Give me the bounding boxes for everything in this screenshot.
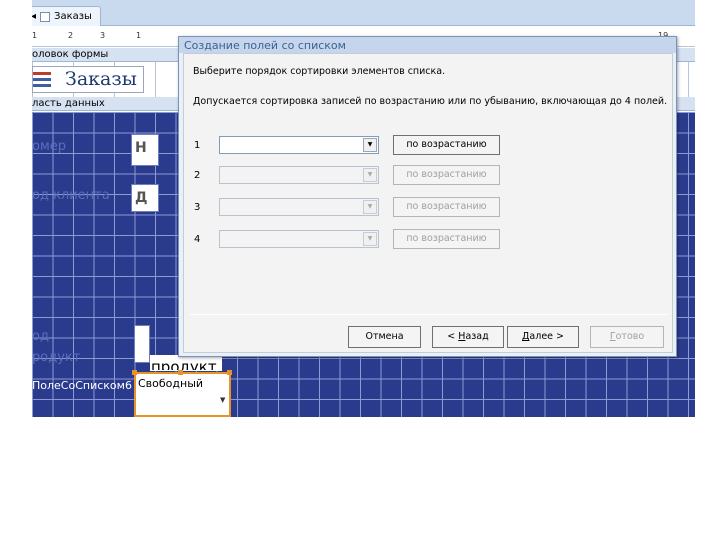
product-code-label-line2[interactable]: родукт [32, 350, 80, 365]
combo-dropdown-arrow-icon[interactable]: ▼ [363, 232, 377, 246]
client-code-label[interactable]: од клиента [32, 188, 110, 203]
form-header-section-label: оловок формы [32, 49, 109, 60]
ruler-mark: 1 [136, 31, 142, 40]
client-code-textbox[interactable]: Д [131, 184, 159, 212]
sort-row-number-1: 1 [194, 140, 201, 151]
form-document-icon [40, 11, 51, 22]
product-code-textbox[interactable] [134, 325, 150, 363]
dialog-separator [190, 314, 668, 315]
combo-name-label[interactable]: ПолеСоСписком6 [32, 379, 132, 392]
combo-box-control[interactable]: Свободный ▼ [134, 372, 231, 417]
document-tab-strip: ◂ Заказы [32, 0, 695, 26]
document-tab-label: Заказы [54, 11, 92, 22]
selection-handle[interactable] [227, 370, 232, 375]
sort-row-number-4: 4 [194, 234, 201, 245]
combo-dropdown-arrow-icon[interactable]: ▼ [363, 200, 377, 214]
number-label[interactable]: омер [32, 139, 66, 154]
product-code-label-line1[interactable]: од [32, 329, 49, 344]
dialog-body: Выберите порядок сортировки элементов сп… [183, 53, 673, 353]
sort-field-combo-3[interactable]: ▼ [219, 198, 379, 216]
form-tab-icon: ◂ [32, 11, 37, 22]
sort-field-combo-4[interactable]: ▼ [219, 230, 379, 248]
combo-dropdown-arrow-icon: ▼ [220, 396, 226, 404]
back-button[interactable]: < Назад [432, 326, 504, 348]
combo-dropdown-arrow-icon[interactable]: ▼ [363, 168, 377, 182]
number-textbox[interactable]: Н [131, 134, 159, 166]
sort-order-button-2[interactable]: по возрастанию [393, 165, 500, 185]
ruler-mark: 1 [32, 31, 38, 40]
dialog-note: Допускается сортировка записей по возрас… [193, 96, 668, 107]
sort-field-combo-2[interactable]: ▼ [219, 166, 379, 184]
sort-row-number-3: 3 [194, 202, 201, 213]
form-title-text: Заказы [65, 68, 137, 90]
sort-row-number-2: 2 [194, 170, 201, 181]
back-button-rest: азад [465, 331, 489, 342]
finish-button[interactable]: Готово [590, 326, 664, 348]
combo-wizard-dialog: Создание полей со списком Выберите поряд… [178, 36, 677, 357]
dialog-title[interactable]: Создание полей со списком [179, 37, 676, 53]
dialog-instruction: Выберите порядок сортировки элементов сп… [193, 66, 446, 77]
form-title-label[interactable]: Заказы [32, 66, 144, 93]
combo-dropdown-arrow-icon[interactable]: ▼ [363, 138, 377, 152]
sort-field-combo-1[interactable]: ▼ [219, 136, 379, 154]
cancel-button[interactable]: Отмена [348, 326, 421, 348]
selection-handle[interactable] [178, 370, 183, 375]
ruler-mark: 2 [68, 31, 74, 40]
detail-section-label: ласть данных [32, 98, 105, 109]
sort-order-button-4[interactable]: по возрастанию [393, 229, 500, 249]
document-tab[interactable]: ◂ Заказы [32, 6, 101, 26]
next-button[interactable]: Далее > [507, 326, 579, 348]
back-button-prefix: < [447, 331, 459, 342]
sort-order-button-3[interactable]: по возрастанию [393, 197, 500, 217]
finish-button-rest: отово [615, 331, 645, 342]
combo-box-value: Свободный [138, 377, 204, 390]
next-button-rest: алее > [529, 331, 564, 342]
selection-handle[interactable] [132, 370, 137, 375]
access-design-window: ◂ Заказы 1 2 3 1 19 оловок формы Заказы … [32, 0, 695, 417]
form-logo-icon [33, 70, 53, 90]
product-label-box[interactable]: продукт [150, 355, 222, 371]
sort-order-button-1[interactable]: по возрастанию [393, 135, 500, 155]
ruler-mark: 3 [100, 31, 106, 40]
